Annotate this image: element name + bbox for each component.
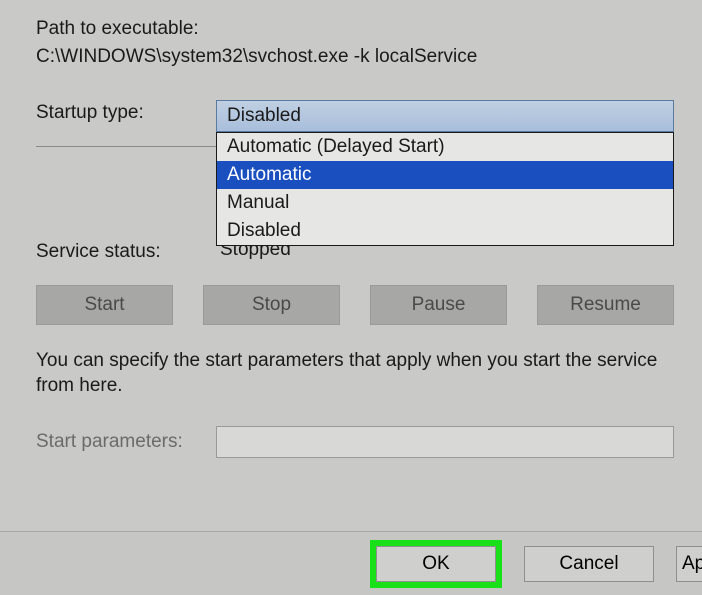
start-parameters-row: Start parameters:	[36, 426, 674, 458]
startup-option-disabled[interactable]: Disabled	[217, 217, 673, 245]
startup-option-manual[interactable]: Manual	[217, 189, 673, 217]
start-button[interactable]: Start	[36, 285, 173, 325]
service-status-label: Service status:	[36, 239, 216, 263]
start-parameters-label: Start parameters:	[36, 431, 216, 453]
start-parameters-input[interactable]	[216, 426, 674, 458]
service-control-buttons: Start Stop Pause Resume	[36, 285, 674, 325]
startup-option-automatic[interactable]: Automatic	[217, 161, 673, 189]
startup-type-options: Automatic (Delayed Start) Automatic Manu…	[216, 132, 674, 246]
path-value: C:\WINDOWS\system32\svchost.exe -k local…	[36, 46, 674, 68]
dialog-footer: OK Cancel Apply	[0, 531, 702, 595]
startup-type-label: Startup type:	[36, 100, 216, 124]
stop-button[interactable]: Stop	[203, 285, 340, 325]
startup-type-row: Startup type: Disabled Automatic (Delaye…	[36, 100, 674, 132]
apply-button[interactable]: Apply	[676, 546, 702, 582]
startup-type-selected[interactable]: Disabled	[216, 100, 674, 132]
ok-button-highlight: OK	[370, 540, 502, 588]
pause-button[interactable]: Pause	[370, 285, 507, 325]
resume-button[interactable]: Resume	[537, 285, 674, 325]
startup-option-automatic-delayed[interactable]: Automatic (Delayed Start)	[217, 133, 673, 161]
startup-type-dropdown[interactable]: Disabled Automatic (Delayed Start) Autom…	[216, 100, 674, 132]
service-properties-panel: Path to executable: C:\WINDOWS\system32\…	[0, 0, 702, 458]
ok-button[interactable]: OK	[376, 546, 496, 582]
separator	[36, 146, 216, 147]
path-label: Path to executable:	[36, 18, 674, 40]
cancel-button[interactable]: Cancel	[524, 546, 654, 582]
start-parameters-description: You can specify the start parameters tha…	[36, 349, 674, 398]
